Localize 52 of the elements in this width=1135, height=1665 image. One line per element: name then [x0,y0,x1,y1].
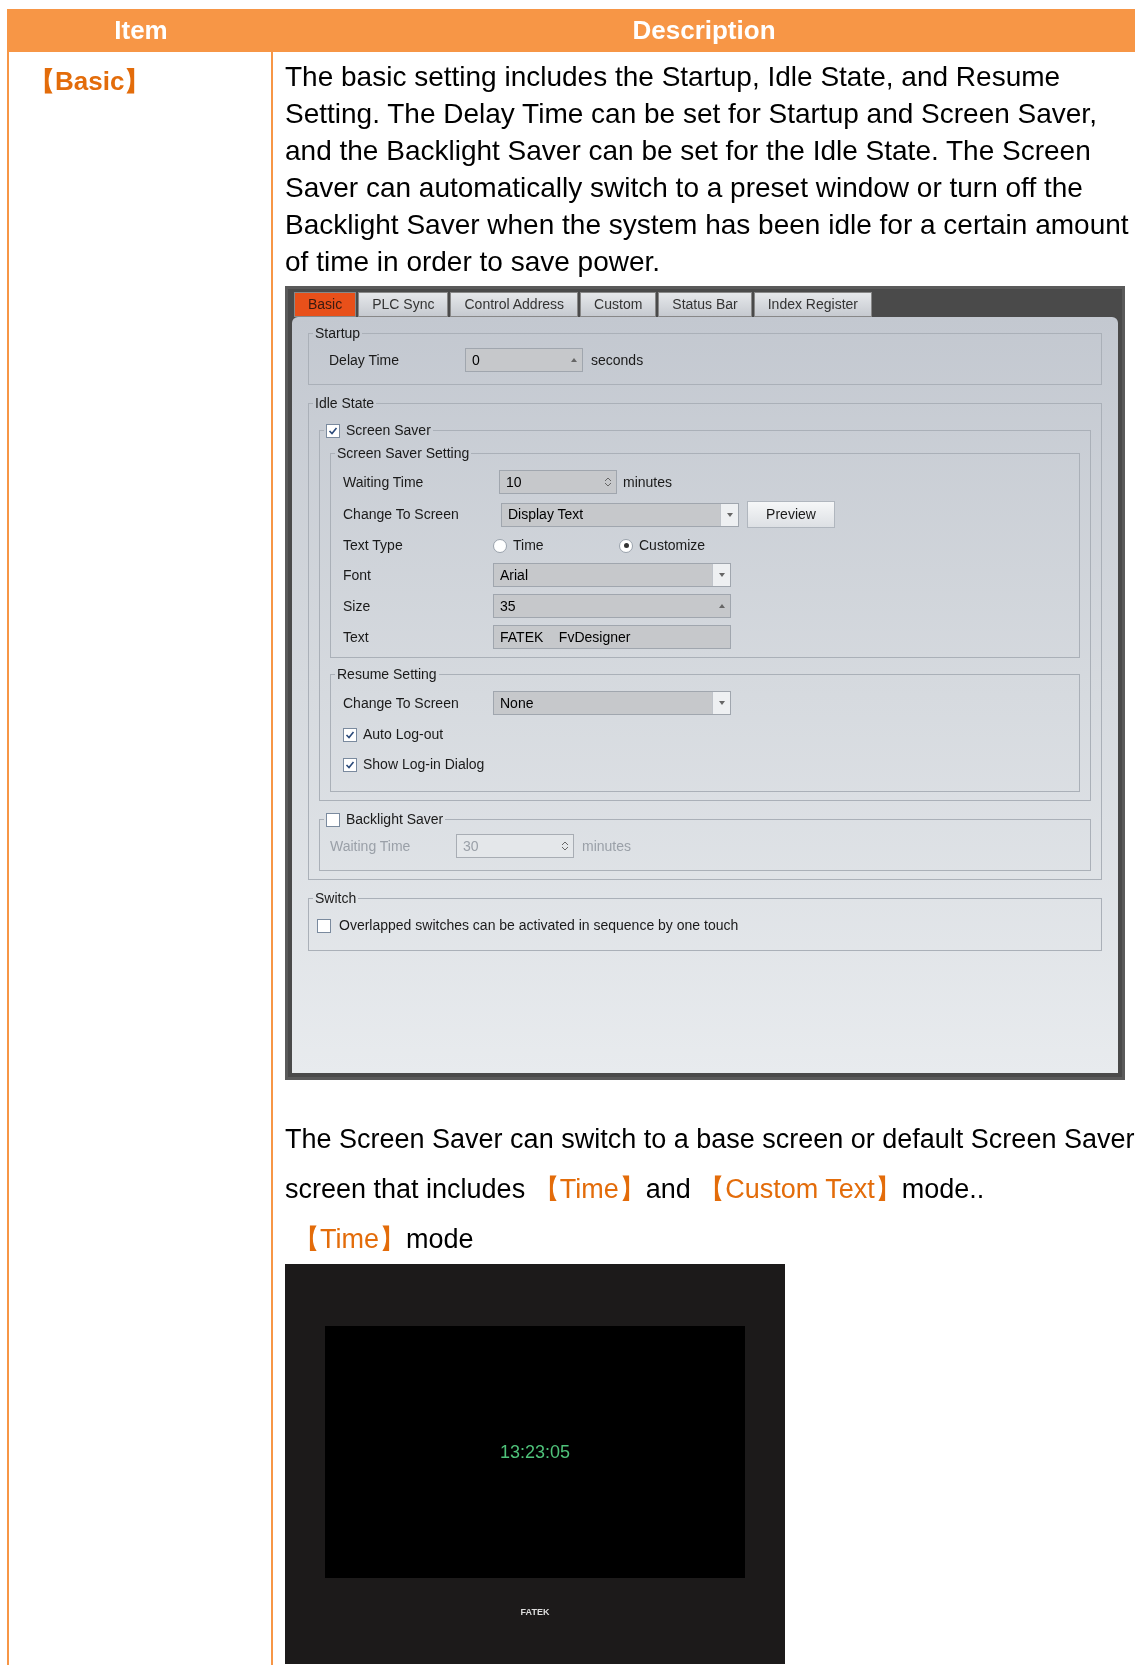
group-title: Resume Setting [337,666,437,682]
checkbox[interactable] [317,918,331,933]
font-dropdown[interactable]: Arial [493,563,731,587]
unit-label: minutes [582,836,632,856]
unit-label: seconds [591,350,644,370]
checkbox[interactable] [343,727,357,742]
checkbox[interactable] [343,757,357,772]
unit-label: minutes [623,472,673,492]
field-label: Size [343,596,372,616]
size-field[interactable]: 35 [493,594,731,618]
field-label: Text [343,627,370,647]
field-label: Waiting Time [330,836,412,856]
tab[interactable]: Control Address [450,292,579,317]
radio-button[interactable] [619,538,633,553]
checkbox-label: Overlapped switches can be activated in sequence by one touch [339,916,739,935]
radio-button[interactable] [493,538,507,553]
field-label: Change To Screen [343,505,460,524]
checkbox-label: Screen Saver [346,421,431,440]
field-label: Change To Screen [343,693,460,713]
group-title: Startup [315,325,361,341]
tab[interactable]: Status Bar [658,292,752,317]
group-title: Screen Saver Setting [337,445,470,461]
field-label: Font [343,565,372,585]
tab[interactable]: Index Register [753,292,872,317]
waiting-time-field[interactable]: 10 [499,470,617,494]
tab[interactable]: Custom [580,292,657,317]
delay-time-field[interactable]: 0 [465,348,583,372]
body-paragraph: The Screen Saver can switch to a base screen or default Screen Saver screen that includes 【Time】and 【Custom Text】mode.. [285,1123,1135,1206]
preview-button[interactable]: Preview [747,501,835,528]
checkbox-label: Backlight Saver [346,810,444,829]
logo-text: FATEK [520,1606,550,1619]
field-label: Waiting Time [343,472,425,492]
group-title: Switch [315,890,357,906]
tab[interactable]: PLC Sync [358,292,449,317]
clock-text: 13:23:05 [499,1440,571,1464]
group-title: Idle State [315,395,375,411]
text-field[interactable]: FATEK FvDesigner [493,625,731,649]
checkbox-label: Show Log-in Dialog [363,755,485,774]
radio-label: Customize [639,536,706,555]
checkbox[interactable] [326,423,340,438]
mode-heading: 【Time】mode [293,1223,475,1256]
field-label: Text Type [343,536,404,555]
item-label: 【Basic】 [29,66,151,96]
checkbox-label: Auto Log-out [363,725,444,744]
column-header: Item [113,14,169,47]
change-to-screen-dropdown[interactable]: None [493,691,731,715]
tab[interactable]: Basic [294,292,357,317]
change-to-screen-dropdown[interactable]: Display Text [501,502,739,527]
field-label: Delay Time [329,350,401,370]
description-text: The basic setting includes the Startup, Idle State, and Resume Setting. The Delay Time can be set for Startup and Screen Saver, and the Backlight Saver can be set for the Idle State. The Screen Saver can automatically switch to a preset window or turn off the Backlight Saver when the system has been idle for a certain amount of time in order to save power. [285,60,1130,279]
radio-label: Time [513,536,544,555]
column-header: Description [631,14,777,47]
